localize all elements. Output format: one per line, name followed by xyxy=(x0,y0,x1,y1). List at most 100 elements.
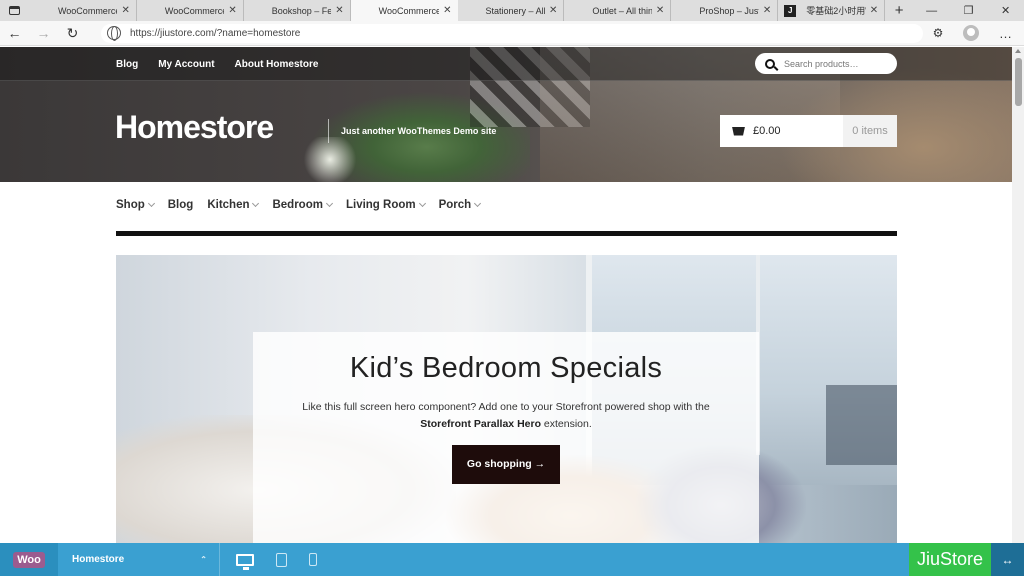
hero-banner: Kid’s Bedroom Specials Like this full sc… xyxy=(116,255,897,543)
nav-item-bedroom[interactable]: Bedroom xyxy=(272,199,334,211)
tab-title: WooCommerce De xyxy=(378,5,440,16)
globe-icon xyxy=(107,26,121,41)
chevron-down-icon xyxy=(147,199,155,208)
hero-text-bold[interactable]: Storefront Parallax Hero xyxy=(420,418,541,430)
hero-content-box: Kid’s Bedroom Specials Like this full sc… xyxy=(253,332,759,543)
tab-close-icon[interactable]: ✕ xyxy=(224,5,236,16)
browser-tab-strip: WooCommerce De✕ WooCommerce De✕ Bookshop… xyxy=(0,0,1024,21)
nav-item-shop[interactable]: Shop xyxy=(116,199,155,211)
phone-icon[interactable] xyxy=(309,553,317,566)
cart-amount: £0.00 xyxy=(753,125,781,137)
browser-tab[interactable]: J 零基础2小时用Wo✕ xyxy=(778,0,886,21)
new-tab-button[interactable]: + xyxy=(885,0,913,21)
browser-tab[interactable]: ProShop – Just an✕ xyxy=(671,0,779,21)
woo-badge: Woo xyxy=(13,551,45,568)
tab-title: WooCommerce De xyxy=(164,5,225,16)
expand-icon[interactable]: ↔ xyxy=(991,543,1024,576)
search-icon xyxy=(765,58,775,69)
tab-close-icon[interactable]: ✕ xyxy=(117,5,129,16)
scrollbar-thumb[interactable] xyxy=(1015,58,1022,106)
nav-item-porch[interactable]: Porch xyxy=(438,199,482,211)
page-viewport: Blog My Account About Homestore Search p… xyxy=(0,47,1012,543)
chevron-down-icon xyxy=(418,199,426,208)
tab-title: 零基础2小时用Wo xyxy=(806,6,866,16)
chevron-down-icon xyxy=(325,199,334,208)
site-logo[interactable]: Homestore xyxy=(115,109,274,146)
back-button[interactable]: ← xyxy=(0,25,29,41)
nav-item-blog[interactable]: Blog xyxy=(168,199,194,211)
browser-tab[interactable]: Outlet – All thing ✕ xyxy=(564,0,672,21)
search-placeholder: Search products… xyxy=(784,58,859,69)
chevron-down-icon xyxy=(474,199,482,208)
nav-label: Shop xyxy=(116,199,145,211)
top-link-blog[interactable]: Blog xyxy=(116,59,138,70)
jiustore-brand[interactable]: JiuStore xyxy=(909,543,991,576)
device-switcher xyxy=(220,543,317,576)
more-menu-icon[interactable]: … xyxy=(999,26,1013,41)
nav-label: Blog xyxy=(167,199,194,211)
tab-close-icon[interactable]: ✕ xyxy=(545,5,557,16)
restore-button[interactable]: ❐ xyxy=(950,0,987,21)
desktop-icon[interactable] xyxy=(236,553,254,570)
window-controls: — ❐ ✕ xyxy=(913,0,1024,21)
product-search-input[interactable]: Search products… xyxy=(755,53,897,74)
forward-button[interactable]: → xyxy=(29,25,58,41)
tab-close-icon[interactable]: ✕ xyxy=(652,5,664,16)
browser-tab[interactable]: Bookshop – Feedi✕ xyxy=(244,0,351,21)
page-scrollbar[interactable] xyxy=(1012,47,1024,543)
theme-name: Homestore xyxy=(72,554,125,565)
main-navigation: Shop Blog Kitchen Bedroom Living Room Po… xyxy=(116,199,482,211)
tab-close-icon[interactable]: ✕ xyxy=(331,5,343,16)
tab-actions-icon[interactable] xyxy=(0,0,30,21)
nav-label: Porch xyxy=(438,199,472,211)
hero-title: Kid’s Bedroom Specials xyxy=(349,352,663,384)
go-shopping-button[interactable]: Go shopping → xyxy=(452,445,560,484)
site-tagline: Just another WooThemes Demo site xyxy=(341,126,497,136)
hero-text-part: Like this full screen hero component? Ad… xyxy=(302,401,710,413)
hero-text-part: extension. xyxy=(541,418,592,430)
woocommerce-logo[interactable]: Woo xyxy=(0,543,58,576)
minimize-button[interactable]: — xyxy=(913,0,950,21)
nav-label: Bedroom xyxy=(272,199,323,211)
nav-item-kitchen[interactable]: Kitchen xyxy=(207,199,260,211)
cart-count: 0 items xyxy=(843,115,897,147)
tablet-icon[interactable] xyxy=(276,552,287,567)
hero-description: Like this full screen hero component? Ad… xyxy=(296,399,716,433)
theme-selector[interactable]: Homestore ⌃ xyxy=(58,543,220,576)
tab-title: Outlet – All thing xyxy=(592,5,652,16)
chevron-down-icon xyxy=(252,199,260,208)
scroll-up-icon[interactable] xyxy=(1015,49,1021,53)
theme-preview-bar: Woo Homestore ⌃ JiuStore ↔ xyxy=(0,543,1024,576)
nav-label: Living Room xyxy=(345,199,416,211)
nav-item-living-room[interactable]: Living Room xyxy=(345,199,426,211)
browser-tab[interactable]: WooCommerce De✕ xyxy=(30,0,137,21)
nav-divider xyxy=(116,231,897,236)
close-window-button[interactable]: ✕ xyxy=(987,0,1024,21)
nav-label: Kitchen xyxy=(207,199,250,211)
basket-icon xyxy=(732,126,745,136)
tab-close-icon[interactable]: ✕ xyxy=(759,5,771,16)
browser-tab-active[interactable]: WooCommerce De✕ xyxy=(350,0,458,21)
tab-title: Stationery – All yo xyxy=(485,5,546,16)
cart-widget[interactable]: £0.00 0 items xyxy=(720,115,897,147)
top-link-my-account[interactable]: My Account xyxy=(158,59,214,70)
extensions-icon[interactable]: ⚙ xyxy=(931,26,945,40)
secondary-nav: Blog My Account About Homestore xyxy=(116,47,318,81)
profile-avatar[interactable] xyxy=(963,25,979,41)
tab-title: WooCommerce De xyxy=(57,5,118,16)
tab-title: ProShop – Just an xyxy=(699,5,759,16)
caret-up-icon: ⌃ xyxy=(200,555,207,564)
logo-divider xyxy=(328,119,329,143)
site-header: Blog My Account About Homestore Search p… xyxy=(0,47,1012,182)
tab-close-icon[interactable]: ✕ xyxy=(866,5,878,16)
tab-favicon: J xyxy=(784,4,797,17)
url-input[interactable]: https://jiustore.com/?name=homestore xyxy=(101,23,923,43)
browser-tab[interactable]: WooCommerce De✕ xyxy=(137,0,244,21)
tab-close-icon[interactable]: ✕ xyxy=(439,5,451,16)
address-bar: ← → ↻ https://jiustore.com/?name=homesto… xyxy=(0,21,1024,46)
url-text: https://jiustore.com/?name=homestore xyxy=(130,27,301,39)
top-link-about[interactable]: About Homestore xyxy=(235,59,319,70)
reload-button[interactable]: ↻ xyxy=(58,25,87,42)
browser-tab[interactable]: Stationery – All yo✕ xyxy=(458,0,565,21)
tab-title: Bookshop – Feedi xyxy=(271,5,332,16)
